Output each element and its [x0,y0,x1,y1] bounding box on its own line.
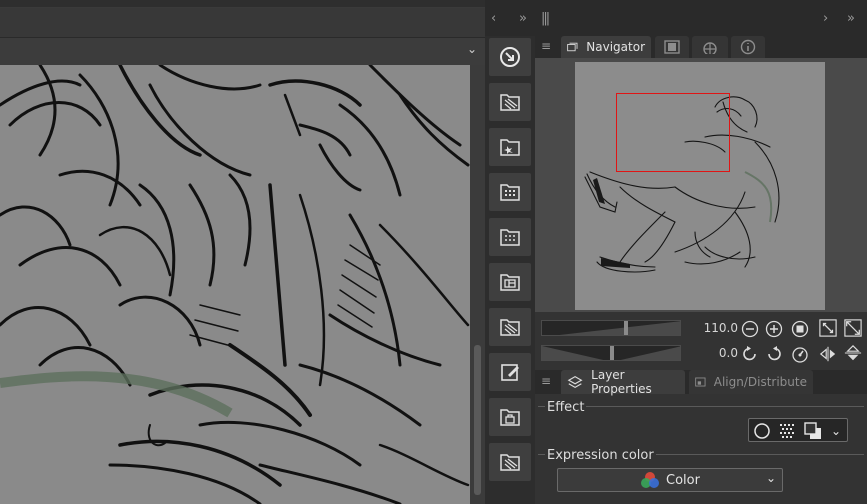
effect-more-dropdown-icon[interactable]: ⌄ [829,424,843,438]
bag-folder-icon [500,409,520,426]
tool-button-material-2[interactable] [489,128,531,166]
navigator-tab-bar: ≡ Navigator [535,36,867,58]
rotation-slider[interactable] [541,345,681,361]
sketch-artwork [0,65,470,504]
tone-folder-icon-3 [500,454,520,471]
tab-align-distribute[interactable]: Align/Distribute [689,370,813,394]
navigator-panel: ≡ Navigator 110.0 0.0 [535,36,867,370]
tool-button-material-1[interactable] [489,83,531,121]
double-chevron-right-icon-2[interactable]: » [847,10,855,28]
reset-rotation-icon[interactable] [791,345,809,363]
tool-button-edit[interactable] [489,353,531,391]
actual-size-icon[interactable] [791,320,809,338]
flip-horizontal-icon[interactable] [819,345,837,363]
double-chevron-right-icon[interactable]: » [519,10,527,28]
navigator-icon [567,42,578,52]
tab-navigator-label: Navigator [586,40,645,54]
info-icon [740,39,756,55]
tab-layer-properties[interactable]: Layer Properties [561,368,685,396]
tool-button-material-8[interactable] [489,443,531,481]
canvas-vertical-scrollbar[interactable] [470,65,485,504]
tool-button-material-7[interactable] [489,398,531,436]
chevron-down-icon: ⌄ [765,471,776,485]
globe-icon [703,42,717,54]
flip-vertical-icon[interactable] [844,344,862,362]
tab-navigator[interactable]: Navigator [561,36,651,58]
canvas-scroll-thumb[interactable] [474,345,481,495]
tool-button-material-5[interactable] [489,263,531,301]
tab-subview[interactable] [655,36,689,58]
drawing-canvas[interactable] [0,65,470,504]
dock-grip-icon[interactable]: ||| [541,10,550,28]
rotate-left-icon[interactable] [741,345,759,363]
zoom-in-icon[interactable] [765,320,783,338]
navigator-controls: 110.0 0.0 [535,312,867,370]
zoom-slider-ramp [559,321,680,335]
tab-align-distribute-label: Align/Distribute [713,375,807,389]
canvas-tab-dropdown-icon[interactable]: ⌄ [465,40,479,58]
zoom-out-icon[interactable] [741,320,759,338]
canvas-area: ⌄ [0,0,485,504]
effect-section-divider [538,406,864,407]
chevron-right-icon[interactable]: › [823,10,828,28]
navigator-view-rectangle[interactable] [616,93,730,172]
rotation-slider-thumb[interactable] [610,346,614,360]
rotation-value: 0.0 [718,346,738,360]
zoom-value: 110.0 [703,321,738,335]
tab-layer-properties-label: Layer Properties [591,368,652,396]
dots-folder-icon [500,229,520,246]
tab-3d-view[interactable] [692,36,728,58]
rotate-right-icon[interactable] [765,345,783,363]
layout-folder-icon [500,274,520,291]
border-effect-icon[interactable] [753,422,771,440]
hamburger-icon-2[interactable]: ≡ [541,374,553,388]
tone-folder-icon [500,94,520,111]
tool-button-material-6[interactable] [489,308,531,346]
effect-label: Effect [545,400,587,415]
tone-folder-icon-2 [500,319,520,336]
grid-folder-icon [500,184,520,201]
effect-buttons: ⌄ [748,418,848,442]
layer-properties-panel: ≡ Layer Properties Align/Distribute Effe… [535,368,867,504]
zoom-slider[interactable] [541,320,681,336]
tool-button-material-3[interactable] [489,173,531,211]
tool-button-zoom[interactable] [489,38,531,76]
edit-box-icon [501,364,519,381]
hamburger-icon[interactable]: ≡ [541,39,553,53]
layer-color-effect-icon[interactable] [804,422,822,440]
layer-properties-tab-bar: ≡ Layer Properties Align/Distribute [535,368,867,396]
canvas-tab-edge [0,38,485,65]
zoom-slider-thumb[interactable] [624,321,628,335]
align-icon [695,377,706,387]
fit-to-window-icon[interactable] [819,319,837,337]
tab-info[interactable] [731,36,765,58]
canvas-tab-strip [0,8,485,38]
sparkle-folder-icon [500,139,520,156]
expression-color-value: Color [666,472,700,488]
tone-effect-icon[interactable] [778,422,796,440]
tool-button-material-4[interactable] [489,218,531,256]
tool-column [485,36,535,504]
chevron-left-icon[interactable]: ‹ [491,10,496,28]
dock-header: ‹ » ||| › » [485,0,867,36]
canvas-topbar [0,0,485,8]
expression-color-label: Expression color [545,448,656,463]
layer-properties-icon [567,375,583,389]
zoom-tool-icon [500,47,520,67]
rgb-color-icon [641,472,660,488]
expression-color-dropdown[interactable]: Color ⌄ [557,468,783,492]
fill-window-icon[interactable] [844,319,862,337]
sub-view-icon [664,40,680,54]
